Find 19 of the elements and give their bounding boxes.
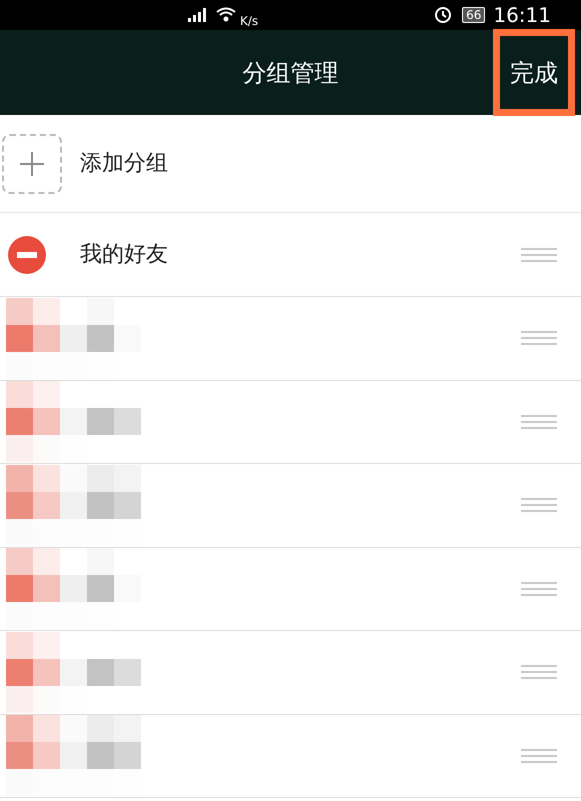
- drag-handle-icon[interactable]: [521, 582, 557, 596]
- wifi-icon: [216, 7, 236, 23]
- drag-handle-icon[interactable]: [521, 498, 557, 512]
- drag-handle-icon[interactable]: [521, 748, 557, 763]
- clock-time: 16:11: [493, 5, 551, 25]
- battery-indicator: 66: [462, 7, 486, 23]
- add-icon: [2, 134, 62, 194]
- remove-icon[interactable]: [8, 236, 46, 274]
- add-group-label: 添加分组: [80, 150, 168, 178]
- alarm-clock-icon: [434, 6, 452, 24]
- page-title: 分组管理: [242, 58, 338, 88]
- network-speed: K/s: [240, 15, 258, 27]
- drag-handle-icon[interactable]: [521, 414, 557, 429]
- drag-handle-icon[interactable]: [521, 331, 557, 346]
- drag-handle-icon[interactable]: [521, 248, 557, 262]
- done-button[interactable]: 完成: [493, 29, 575, 116]
- drag-handle-icon[interactable]: [521, 665, 557, 680]
- add-group-row[interactable]: 添加分组: [0, 115, 581, 213]
- group-name: 我的好友: [80, 241, 168, 269]
